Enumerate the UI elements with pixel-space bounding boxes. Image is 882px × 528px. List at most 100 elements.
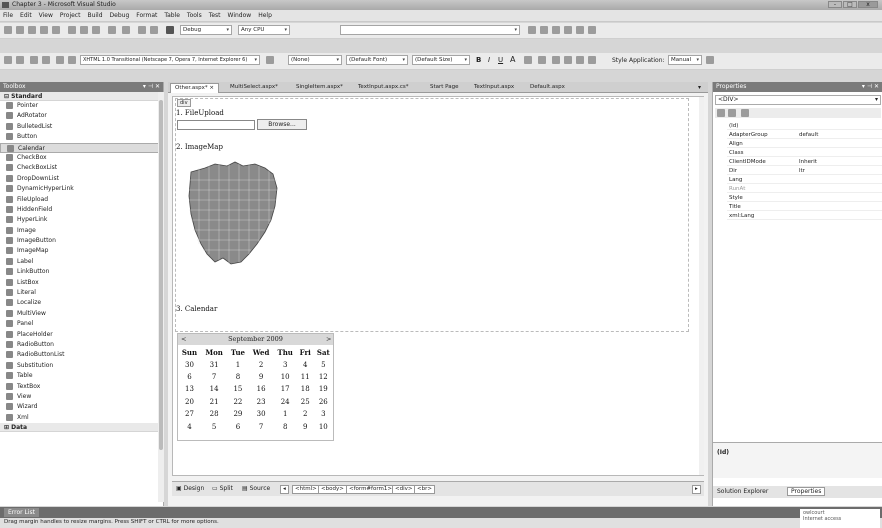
- redo-icon[interactable]: [122, 26, 130, 34]
- toolbox-item-placeholder[interactable]: PlaceHolder: [0, 330, 163, 340]
- property-value[interactable]: ltr: [799, 167, 805, 175]
- property-row[interactable]: Title: [727, 203, 882, 211]
- calendar-day-cell[interactable]: 18: [297, 383, 314, 395]
- calendar-day-cell[interactable]: 20: [178, 396, 201, 408]
- css-icon[interactable]: [588, 56, 596, 64]
- maximize-button[interactable]: □: [843, 1, 857, 8]
- fileupload-textbox[interactable]: [177, 120, 255, 130]
- start-debugging-icon[interactable]: [166, 26, 174, 34]
- tab-other-aspx[interactable]: Other.aspx* ×: [170, 83, 219, 93]
- crumb-body[interactable]: <body>: [318, 485, 347, 494]
- toolbox-item-fileupload[interactable]: FileUpload: [0, 195, 163, 205]
- bulleted-list-icon[interactable]: [564, 56, 572, 64]
- toolbox-item-radiobutton[interactable]: RadioButton: [0, 340, 163, 350]
- toolbox-item-imagemap[interactable]: ImageMap: [0, 246, 163, 256]
- panel-pin-icon[interactable]: ▾ ⊣ ✕: [143, 83, 160, 90]
- calendar-day-cell[interactable]: 27: [178, 408, 201, 420]
- categorized-icon[interactable]: [717, 109, 725, 117]
- target-rule-icon[interactable]: [706, 56, 714, 64]
- bold-icon[interactable]: B: [476, 56, 481, 64]
- tab-list-dropdown-icon[interactable]: ▾: [698, 84, 701, 91]
- property-row[interactable]: (Id): [727, 122, 882, 130]
- toolbox-item-image[interactable]: Image: [0, 226, 163, 236]
- calendar-day-cell[interactable]: 10: [314, 420, 333, 432]
- menu-project[interactable]: Project: [57, 10, 84, 21]
- property-pages-icon[interactable]: [741, 109, 749, 117]
- error-list-tab[interactable]: Error List: [4, 508, 40, 517]
- tab-textinput-cs[interactable]: TextInput.aspx.cs*: [354, 83, 412, 93]
- calendar-day-cell[interactable]: 2: [249, 358, 274, 370]
- panel-pin-icon[interactable]: ▾ ⊣ ✕: [862, 83, 879, 90]
- open-icon[interactable]: [28, 26, 36, 34]
- toolbox-item-substitution[interactable]: Substitution: [0, 361, 163, 371]
- calendar-day-cell[interactable]: 25: [297, 396, 314, 408]
- toolbox-item-checkbox[interactable]: CheckBox: [0, 153, 163, 163]
- calendar-day-cell[interactable]: 21: [201, 396, 227, 408]
- calendar-day-cell[interactable]: 24: [274, 396, 297, 408]
- calendar-day-cell[interactable]: 2: [297, 408, 314, 420]
- calendar-day-cell[interactable]: 22: [227, 396, 248, 408]
- tab-solution-explorer[interactable]: Solution Explorer: [717, 488, 768, 495]
- property-row[interactable]: AdapterGroup default: [727, 131, 882, 139]
- numbered-list-icon[interactable]: [552, 56, 560, 64]
- navigate-forward-icon[interactable]: [150, 26, 158, 34]
- save-all-icon[interactable]: [52, 26, 60, 34]
- source-view-button[interactable]: ▤ Source: [242, 485, 270, 492]
- indent-icon[interactable]: [42, 56, 50, 64]
- toolbox-item-linkbutton[interactable]: LinkButton: [0, 267, 163, 277]
- hyperlink-icon[interactable]: [576, 56, 584, 64]
- tag-nav-next-icon[interactable]: ▸: [692, 485, 701, 494]
- crumb-div[interactable]: <div>: [392, 485, 416, 494]
- object-browser-icon[interactable]: [564, 26, 572, 34]
- start-page-icon[interactable]: [588, 26, 596, 34]
- toolbox-item-bulletedlist[interactable]: BulletedList: [0, 122, 163, 132]
- menu-edit[interactable]: Edit: [17, 10, 35, 21]
- calendar-day-cell[interactable]: 14: [201, 383, 227, 395]
- calendar-day-cell[interactable]: 10: [274, 371, 297, 383]
- property-value[interactable]: Inherit: [799, 158, 817, 166]
- font-name-select[interactable]: (Default Font) ▾: [346, 55, 408, 65]
- calendar-day-cell[interactable]: 30: [178, 358, 201, 370]
- calendar-day-cell[interactable]: 4: [178, 420, 201, 432]
- property-row[interactable]: Dir ltr: [727, 167, 882, 175]
- toolbox-item-panel[interactable]: Panel: [0, 319, 163, 329]
- property-row[interactable]: RunAt: [727, 185, 882, 193]
- tab-multiselect[interactable]: MultiSelect.aspx*: [226, 83, 282, 93]
- tab-singleitem[interactable]: SingleItem.aspx*: [292, 83, 347, 93]
- add-item-icon[interactable]: [16, 26, 24, 34]
- calendar-day-cell[interactable]: 1: [227, 358, 248, 370]
- tab-default[interactable]: Default.aspx: [526, 83, 569, 93]
- menu-table[interactable]: Table: [161, 10, 183, 21]
- tab-start-page[interactable]: Start Page: [426, 83, 463, 93]
- calendar-next-link[interactable]: >: [326, 334, 331, 345]
- toolbox-item-label[interactable]: Label: [0, 257, 163, 267]
- calendar-day-cell[interactable]: 8: [274, 420, 297, 432]
- toolbox-item-checkboxlist[interactable]: CheckBoxList: [0, 163, 163, 173]
- calendar-day-cell[interactable]: 16: [249, 383, 274, 395]
- alphabetical-icon[interactable]: [728, 109, 736, 117]
- property-row[interactable]: Align: [727, 140, 882, 148]
- highlight-color-icon[interactable]: [524, 56, 532, 64]
- calendar-day-cell[interactable]: 19: [314, 383, 333, 395]
- crumb-form[interactable]: <form#form1>: [346, 485, 395, 494]
- solution-config-select[interactable]: Debug ▾: [180, 25, 232, 35]
- browse-button[interactable]: Browse...: [257, 119, 307, 130]
- imagemap-ohio-map[interactable]: [185, 158, 279, 268]
- toolbox-icon[interactable]: [576, 26, 584, 34]
- toolbox-item-button[interactable]: Button: [0, 132, 163, 142]
- calendar-day-cell[interactable]: 6: [227, 420, 248, 432]
- split-view-button[interactable]: ▭ Split: [212, 485, 233, 492]
- tag-nav-prev-icon[interactable]: ◂: [280, 485, 289, 494]
- toolbox-item-textbox[interactable]: TextBox: [0, 382, 163, 392]
- toolbox-item-imagebutton[interactable]: ImageButton: [0, 236, 163, 246]
- crumb-br[interactable]: <br>: [414, 485, 435, 494]
- calendar-day-cell[interactable]: 8: [227, 371, 248, 383]
- toolbox-scrollbar[interactable]: [158, 92, 164, 502]
- block-format-select[interactable]: (None) ▾: [288, 55, 342, 65]
- scrollbar-thumb[interactable]: [159, 100, 163, 450]
- calendar-day-cell[interactable]: 23: [249, 396, 274, 408]
- validation-icon[interactable]: [266, 56, 274, 64]
- property-row[interactable]: Class: [727, 149, 882, 157]
- property-row[interactable]: Style: [727, 194, 882, 202]
- paste-icon[interactable]: [92, 26, 100, 34]
